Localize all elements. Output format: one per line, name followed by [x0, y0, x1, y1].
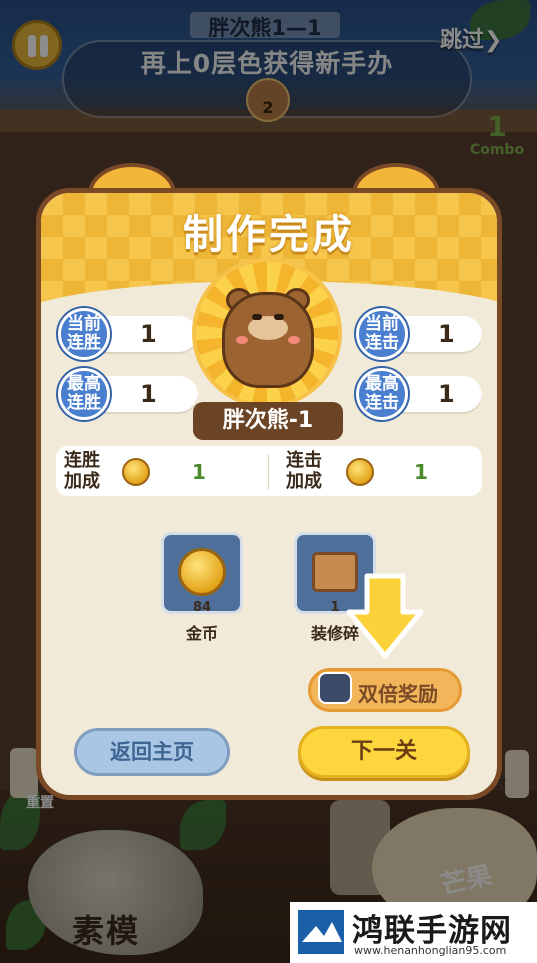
tv-icon [318, 672, 352, 704]
best-combo-value: 1 [438, 380, 455, 408]
streak-bonus-label: 连胜 加成 [64, 450, 100, 492]
bear-cheek [288, 336, 300, 344]
bear-eye [252, 314, 262, 320]
current-combo-value: 1 [438, 320, 455, 348]
return-home-button[interactable]: 返回主页 [74, 728, 230, 776]
combo-bonus-value: 1 [414, 460, 428, 484]
current-combo-badge: 当前 连击 [356, 308, 408, 360]
current-win-streak-badge: 当前 连胜 [58, 308, 110, 360]
best-win-streak-badge: 最高 连胜 [58, 368, 110, 420]
bear-cheek [236, 336, 248, 344]
reward-count: 84 [192, 600, 212, 615]
dialog-title: 制作完成 [183, 212, 355, 258]
current-win-streak-value: 1 [140, 320, 157, 348]
watermark-logo-icon [298, 910, 344, 954]
streak-bonus-value: 1 [192, 460, 206, 484]
figure-name: 胖次熊-1 [193, 402, 343, 440]
double-reward-label: 双倍奖励 [358, 682, 438, 706]
coin-icon [346, 458, 374, 486]
divider [268, 454, 269, 490]
coin-icon [178, 548, 226, 596]
watermark-url: www.henanhonglian95.com [354, 944, 507, 957]
best-combo-badge: 最高 连击 [356, 368, 408, 420]
reward-name: 金币 [185, 624, 218, 643]
next-level-button[interactable]: 下一关 [298, 726, 470, 778]
best-win-streak-value: 1 [140, 380, 157, 408]
coin-icon [122, 458, 150, 486]
combo-bonus-label: 连击 加成 [286, 450, 322, 492]
bear-eye [274, 314, 284, 320]
arrow-down-icon [346, 573, 424, 659]
